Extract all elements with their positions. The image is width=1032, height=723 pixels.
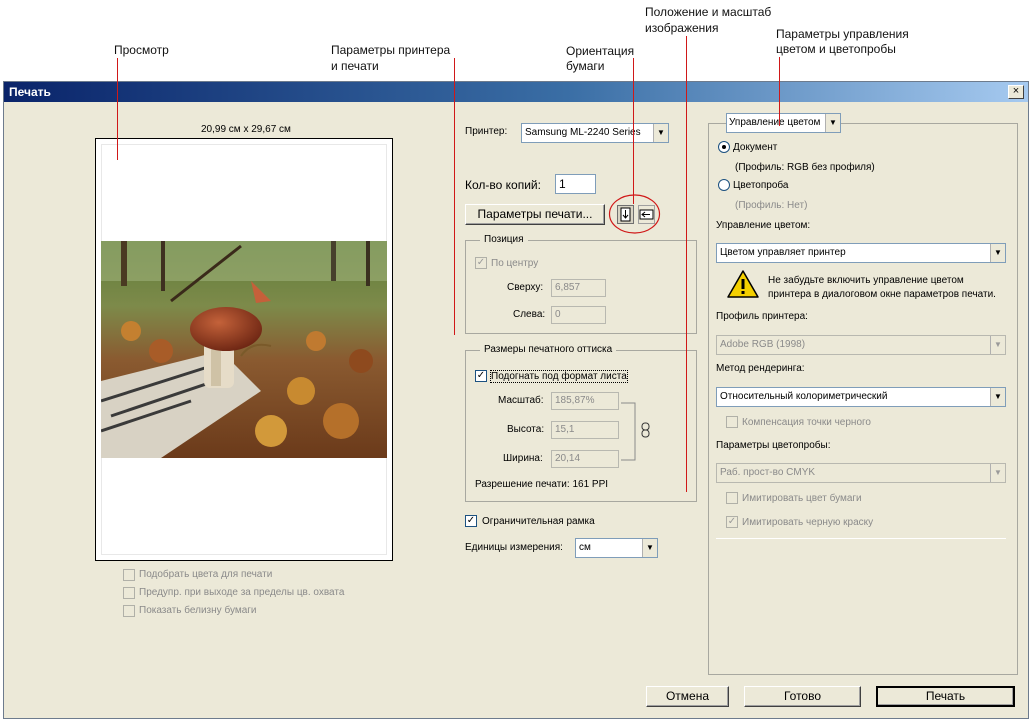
warning-text-line1: Не забудьте включить управление цветом [768, 275, 964, 286]
chevron-down-icon: ▼ [990, 244, 1005, 262]
color-mode-select[interactable]: Управление цветом ▼ [726, 113, 841, 133]
bounding-box-label: Ограничительная рамка [482, 516, 595, 527]
document-radio[interactable] [718, 141, 730, 153]
top-input[interactable]: 6,857 [551, 279, 606, 297]
annotation-orientation-line1: Ориентация [566, 44, 635, 58]
preview-paper [95, 138, 393, 561]
chevron-down-icon: ▼ [825, 114, 840, 132]
proof-profile: (Профиль: Нет) [735, 200, 808, 211]
proof-radio[interactable] [718, 179, 730, 191]
chevron-down-icon: ▼ [990, 336, 1005, 354]
annotation-line-printer [454, 58, 455, 335]
rendering-intent-value: Относительный колориметрический [720, 391, 888, 402]
match-colors-checkbox[interactable] [123, 569, 135, 581]
printer-select[interactable]: Samsung ML-2240 Series ▼ [521, 123, 669, 143]
simulate-paper-label: Имитировать цвет бумаги [742, 493, 862, 504]
units-value: см [579, 542, 591, 553]
rendering-intent-label: Метод рендеринга: [716, 363, 805, 374]
annotation-line-position [686, 36, 687, 492]
window-title: Печать [9, 85, 51, 99]
paper-white-checkbox[interactable] [123, 605, 135, 617]
gamut-warning-label: Предупр. при выходе за пределы цв. охват… [139, 587, 345, 598]
gamut-warning-checkbox[interactable] [123, 587, 135, 599]
copies-label: Кол-во копий: [465, 178, 541, 192]
color-handling-select[interactable]: Цветом управляет принтер ▼ [716, 243, 1006, 263]
printer-profile-select[interactable]: Adobe RGB (1998) ▼ [716, 335, 1006, 355]
annotation-line-orientation [633, 58, 634, 204]
cancel-button[interactable]: Отмена [646, 686, 729, 707]
annotation-line-preview [117, 58, 118, 160]
printer-profile-value: Adobe RGB (1998) [720, 339, 806, 350]
black-point-label: Компенсация точки черного [742, 417, 871, 428]
width-input[interactable]: 20,14 [551, 450, 619, 468]
width-label: Ширина: [503, 453, 543, 464]
color-mode-value: Управление цветом [729, 117, 821, 128]
center-label: По центру [491, 258, 539, 269]
black-point-checkbox[interactable] [726, 416, 738, 428]
print-settings-button[interactable]: Параметры печати... [465, 204, 605, 225]
proof-setup-label: Параметры цветопробы: [716, 440, 831, 451]
fit-to-page-checkbox[interactable]: ✓ [475, 370, 487, 382]
chevron-down-icon: ▼ [642, 539, 657, 557]
center-checkbox[interactable]: ✓ [475, 257, 487, 269]
orientation-highlight-circle [608, 194, 661, 234]
color-handling-label: Управление цветом: [716, 220, 811, 231]
printer-profile-label: Профиль принтера: [716, 311, 808, 322]
position-group-title: Позиция [480, 234, 528, 245]
simulate-black-label: Имитировать черную краску [742, 517, 874, 528]
annotation-color-params-line1: Параметры управления [776, 27, 909, 41]
color-handling-value: Цветом управляет принтер [720, 247, 846, 258]
units-select[interactable]: см ▼ [575, 538, 658, 558]
annotation-position-scale-line2: изображения [645, 21, 719, 35]
scale-input[interactable]: 185,87% [551, 392, 619, 410]
print-dialog: Печать × 20,99 см x 29,67 см Подобрать ц… [3, 81, 1029, 719]
warning-icon [727, 270, 759, 298]
annotation-orientation-line2: бумаги [566, 59, 605, 73]
paper-size-label: 20,99 см x 29,67 см [201, 124, 291, 135]
proof-setup-select[interactable]: Раб. прост-во CMYK ▼ [716, 463, 1006, 483]
copies-input[interactable]: 1 [555, 174, 596, 194]
title-bar[interactable]: Печать × [4, 82, 1028, 102]
annotation-preview: Просмотр [114, 43, 169, 57]
annotation-color-params-line2: цветом и цветопробы [776, 42, 896, 56]
left-label: Слева: [513, 309, 546, 320]
annotation-position-scale-line1: Положение и масштаб [645, 5, 772, 19]
simulate-black-checkbox[interactable]: ✓ [726, 516, 738, 528]
top-label: Сверху: [507, 282, 544, 293]
done-button[interactable]: Готово [744, 686, 861, 707]
preview-image [101, 241, 387, 458]
warning-text-line2: принтера в диалоговом окне параметров пе… [768, 289, 996, 300]
rendering-intent-select[interactable]: Относительный колориметрический ▼ [716, 387, 1006, 407]
units-label: Единицы измерения: [465, 542, 563, 553]
document-label: Документ [733, 142, 778, 153]
annotation-printer-params-line2: и печати [331, 59, 379, 73]
annotation-printer-params-line1: Параметры принтера [331, 43, 451, 57]
divider [716, 538, 1006, 539]
print-resolution: Разрешение печати: 161 PPI [475, 479, 609, 490]
document-profile: (Профиль: RGB без профиля) [735, 162, 875, 173]
proof-label: Цветопроба [733, 180, 789, 191]
chevron-down-icon: ▼ [990, 464, 1005, 482]
bounding-box-checkbox[interactable]: ✓ [465, 515, 477, 527]
printer-value: Samsung ML-2240 Series [525, 127, 641, 138]
height-label: Высота: [507, 424, 545, 435]
scale-label: Масштаб: [498, 395, 544, 406]
height-input[interactable]: 15,1 [551, 421, 619, 439]
chevron-down-icon: ▼ [653, 124, 668, 142]
proof-setup-value: Раб. прост-во CMYK [720, 467, 816, 478]
close-button[interactable]: × [1008, 85, 1024, 99]
annotation-line-color [779, 57, 780, 126]
match-colors-label: Подобрать цвета для печати [139, 569, 273, 580]
simulate-paper-checkbox[interactable] [726, 492, 738, 504]
printer-label: Принтер: [465, 126, 508, 137]
paper-white-label: Показать белизну бумаги [139, 605, 257, 616]
fit-to-page-label: Подогнать под формат листа [490, 370, 628, 383]
chain-link-icon[interactable] [641, 422, 650, 438]
print-size-group-title: Размеры печатного оттиска [480, 344, 617, 355]
print-button[interactable]: Печать [876, 686, 1015, 707]
left-input[interactable]: 0 [551, 306, 606, 324]
chevron-down-icon: ▼ [990, 388, 1005, 406]
